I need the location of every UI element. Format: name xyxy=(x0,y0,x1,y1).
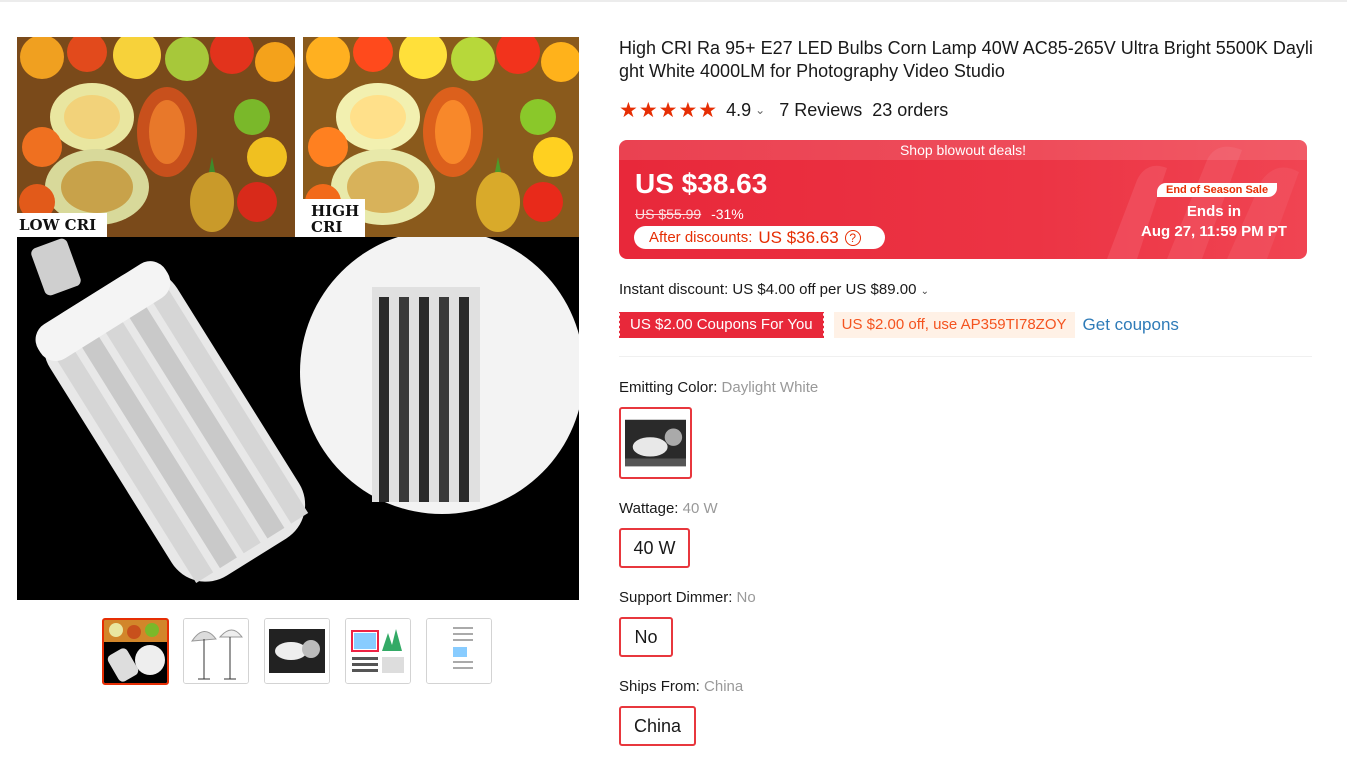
dimmer-label: Support Dimmer: No xyxy=(619,589,756,606)
blowout-deals-banner: Shop blowout deals! xyxy=(619,140,1307,160)
rating-score[interactable]: 4.9 xyxy=(726,100,751,121)
rating-row: ★★★★★ 4.9 ⌄ 7 Reviews 23 orders xyxy=(619,98,948,122)
section-divider xyxy=(619,356,1312,357)
wattage-title: Wattage: xyxy=(619,500,679,517)
main-product-image[interactable]: LOW CRI HIGH CRI xyxy=(17,37,579,600)
corn-bulb-image xyxy=(17,237,579,600)
emitting-color-label: Emitting Color: Daylight White xyxy=(619,379,818,396)
ends-date: Aug 27, 11:59 PM PT xyxy=(1141,223,1287,240)
product-title: High CRI Ra 95+ E27 LED Bulbs Corn Lamp … xyxy=(619,38,1313,81)
ships-from-label: Ships From: China xyxy=(619,678,743,695)
low-cri-label: LOW CRI xyxy=(19,216,97,234)
instant-discount-text: Instant discount: US $4.00 off per US $8… xyxy=(619,281,917,298)
ends-in-label: Ends in xyxy=(1186,203,1242,220)
orders-count: 23 orders xyxy=(872,99,949,120)
wattage-value: 40 W xyxy=(682,500,718,517)
chevron-down-icon[interactable]: ⌄ xyxy=(921,286,929,297)
original-price-row: US $55.99 -31% xyxy=(635,206,744,222)
current-price: US $38.63 xyxy=(635,168,768,199)
sale-countdown: Ends in Aug 27, 11:59 PM PT xyxy=(1139,202,1289,242)
coupon-badge[interactable]: US $2.00 Coupons For You xyxy=(618,312,824,338)
discount-percent: -31% xyxy=(711,206,744,222)
chevron-down-icon[interactable]: ⌄ xyxy=(755,103,765,117)
emitting-color-value: Daylight White xyxy=(721,379,819,396)
image-divider xyxy=(295,37,303,237)
instant-discount[interactable]: Instant discount: US $4.00 off per US $8… xyxy=(619,281,929,298)
thumbnail-1[interactable] xyxy=(102,618,169,685)
after-discount-price: US $36.63 xyxy=(758,227,839,247)
rating-stars: ★★★★★ xyxy=(619,98,719,122)
after-discount-pill[interactable]: After discounts: US $36.63 ? xyxy=(634,226,885,249)
price-banner: Shop blowout deals! US $38.63 US $55.99 … xyxy=(619,140,1307,259)
thumbnail-5[interactable] xyxy=(426,618,492,684)
coupon-row: US $2.00 Coupons For You US $2.00 off, u… xyxy=(618,311,1179,339)
get-coupons-link[interactable]: Get coupons xyxy=(1083,315,1179,335)
ships-from-option[interactable]: China xyxy=(619,706,696,746)
season-sale-badge: End of Season Sale xyxy=(1157,183,1278,197)
high-cri-label-line1: HIGH xyxy=(311,202,360,220)
wattage-option[interactable]: 40 W xyxy=(619,528,690,568)
reviews-link[interactable]: 7 Reviews xyxy=(779,100,862,121)
wattage-label: Wattage: 40 W xyxy=(619,500,718,517)
dimmer-title: Support Dimmer: xyxy=(619,589,733,606)
thumbnail-2[interactable] xyxy=(183,618,249,684)
high-cri-fruit-image: HIGH CRI xyxy=(303,37,579,237)
emitting-color-option[interactable] xyxy=(619,407,692,479)
thumbnail-4[interactable] xyxy=(345,618,411,684)
thumbnail-3[interactable] xyxy=(264,618,330,684)
after-discount-label: After discounts: xyxy=(649,229,753,246)
daylight-white-swatch xyxy=(625,419,686,467)
high-cri-label: HIGH CRI xyxy=(311,203,359,235)
emitting-color-title: Emitting Color: xyxy=(619,379,718,396)
top-divider xyxy=(0,0,1347,2)
ships-from-value: China xyxy=(704,678,744,695)
high-cri-label-line2: CRI xyxy=(311,218,343,236)
coupon-code: US $2.00 off, use AP359TI78ZOY xyxy=(833,312,1075,338)
ships-from-title: Ships From: xyxy=(619,678,700,695)
low-cri-fruit-image: LOW CRI xyxy=(17,37,295,237)
original-price: US $55.99 xyxy=(635,206,702,222)
help-icon[interactable]: ? xyxy=(844,229,861,246)
dimmer-option[interactable]: No xyxy=(619,617,673,657)
dimmer-value: No xyxy=(736,589,756,606)
